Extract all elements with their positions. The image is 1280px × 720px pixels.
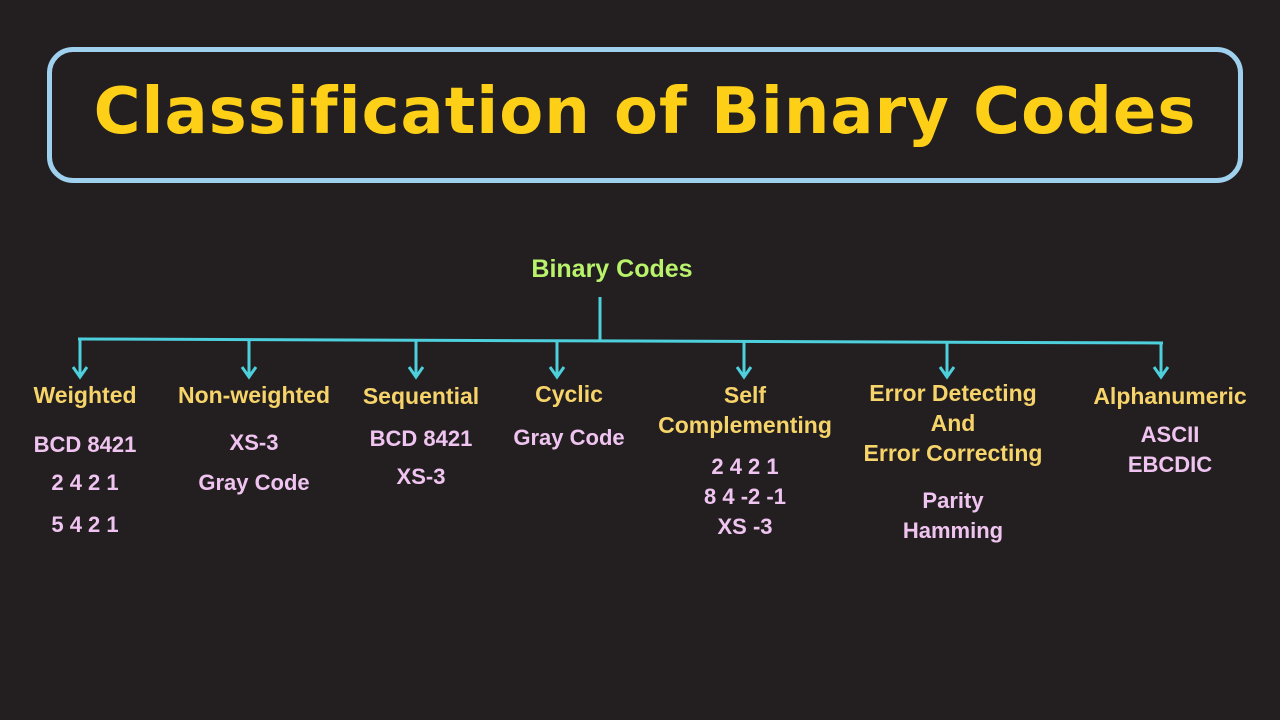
- arrow-head-icon: [407, 366, 425, 380]
- example-code: XS-3: [396, 464, 446, 489]
- example-code: 2 4 2 1: [51, 470, 119, 495]
- category-label: Sequential: [362, 383, 480, 409]
- arrow-head-icon: [71, 366, 89, 380]
- example-code: XS-3: [229, 430, 279, 455]
- example-code: XS -3: [717, 514, 773, 539]
- category-label: Weighted: [33, 382, 137, 408]
- example-code: Gray Code: [198, 470, 310, 495]
- diagram-title: Classification of Binary Codes: [93, 75, 1197, 149]
- category-label: Self: [723, 382, 767, 408]
- category-label: Complementing: [658, 412, 832, 438]
- arrow-head-icon: [240, 366, 258, 380]
- example-code: Hamming: [902, 518, 1004, 543]
- category-label: Error Correcting: [863, 440, 1043, 466]
- category-label: Alphanumeric: [1093, 383, 1247, 409]
- arrow-head-icon: [735, 366, 753, 380]
- category-label: And: [930, 410, 976, 436]
- category-label: Non-weighted: [177, 382, 331, 408]
- category-label: Cyclic: [535, 381, 603, 407]
- horizontal-bus-line: [77, 337, 1164, 345]
- category-node: Self Complementing: [658, 380, 832, 440]
- example-code: BCD 8421: [33, 432, 137, 457]
- example-code: EBCDIC: [1127, 452, 1213, 477]
- example-code: BCD 8421: [369, 426, 473, 451]
- category-node: Weighted: [33, 380, 136, 410]
- category-node: Non-weighted: [178, 380, 330, 410]
- example-code: Gray Code: [513, 425, 625, 450]
- category-node: Sequential: [363, 381, 479, 411]
- example-code: ASCII: [1140, 422, 1200, 447]
- category-node: Error Detecting And Error Correcting: [864, 378, 1043, 468]
- example-code: 8 4 -2 -1: [704, 484, 786, 509]
- title-box: Classification of Binary Codes: [47, 47, 1243, 183]
- arrow-head-icon: [548, 366, 566, 380]
- category-node: Alphanumeric: [1093, 381, 1246, 411]
- category-node: Cyclic: [535, 379, 603, 409]
- example-code: 2 4 2 1: [711, 454, 779, 479]
- arrow-head-icon: [938, 366, 956, 380]
- example-code: Parity: [922, 488, 984, 513]
- category-label: Error Detecting: [869, 380, 1037, 406]
- root-node-binary-codes: Binary Codes: [531, 255, 693, 283]
- example-code: 5 4 2 1: [51, 512, 119, 537]
- arrow-head-icon: [1152, 366, 1170, 380]
